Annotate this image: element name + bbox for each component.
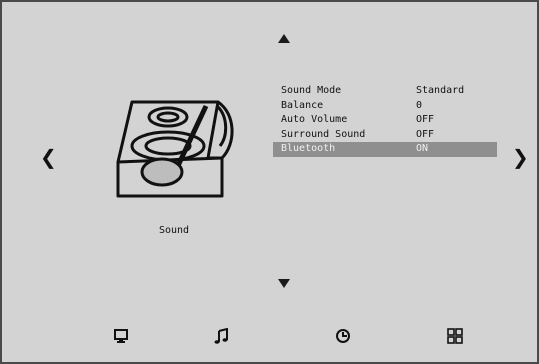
- menu-item-value: OFF: [416, 128, 435, 140]
- menu-item-value: ON: [416, 143, 429, 154]
- menu-item-bluetooth[interactable]: Bluetooth ON: [273, 142, 497, 157]
- music-note-icon[interactable]: [213, 328, 229, 344]
- scroll-up-arrow-icon[interactable]: [278, 34, 290, 43]
- menu-item-label: Bluetooth: [281, 143, 336, 154]
- menu-item-auto-volume[interactable]: Auto Volume OFF: [273, 113, 497, 128]
- menu-item-value: Standard: [416, 85, 465, 96]
- prev-menu-icon[interactable]: ❮: [40, 145, 57, 169]
- clock-icon[interactable]: [335, 328, 351, 344]
- next-menu-icon[interactable]: ❯: [512, 145, 529, 169]
- menu-title: Sound: [158, 225, 190, 236]
- scroll-down-arrow-icon[interactable]: [278, 279, 290, 288]
- menu-item-value: OFF: [416, 114, 435, 125]
- picture-icon[interactable]: [113, 328, 129, 344]
- menu-item-surround-sound[interactable]: Surround Sound OFF: [273, 128, 497, 143]
- menu-item-balance[interactable]: Balance 0: [273, 99, 497, 114]
- grid-icon[interactable]: [447, 328, 463, 344]
- speaker-music-icon: [116, 100, 234, 198]
- menu-item-value: 0: [416, 99, 423, 111]
- menu-item-sound-mode[interactable]: Sound Mode Standard: [273, 84, 497, 99]
- menu-item-label: Auto Volume: [281, 114, 348, 125]
- sound-settings-list: Sound Mode Standard Balance 0 Auto Volum…: [273, 84, 497, 157]
- menu-item-label: Surround Sound: [281, 128, 366, 140]
- menu-item-label: Balance: [281, 99, 324, 111]
- tv-menu-screen: ❮ ❯ Sound Sound Mode Standard Balance 0 …: [0, 0, 539, 364]
- menu-item-label: Sound Mode: [281, 85, 342, 96]
